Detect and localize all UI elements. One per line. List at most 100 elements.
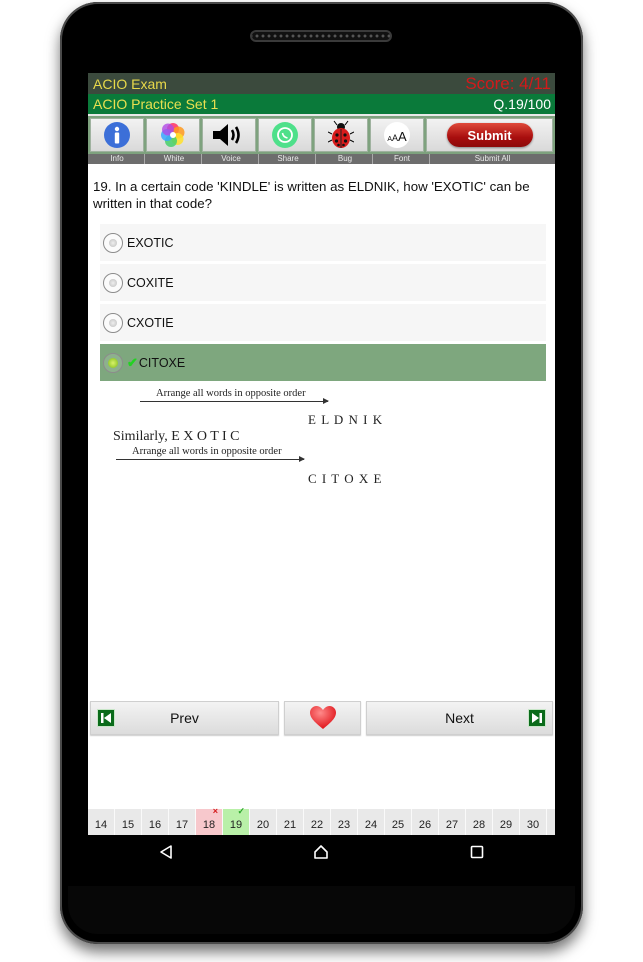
question-number: 21 — [283, 819, 297, 831]
radio-button[interactable] — [103, 272, 123, 293]
question-number: 18 — [202, 819, 216, 831]
set-title: ACIO Practice Set 1 — [93, 96, 219, 112]
question-cell-17[interactable]: 17 — [169, 809, 196, 835]
option-4-correct[interactable]: ✔ CITOXE — [100, 344, 546, 381]
question-number: 27 — [445, 819, 459, 831]
first-page-icon — [97, 709, 115, 727]
explanation-result-2: C I T O X E — [308, 471, 383, 486]
question-number: 17 — [175, 819, 189, 831]
white-theme-button[interactable] — [146, 118, 200, 152]
ladybug-icon — [328, 120, 354, 148]
question-number: 19 — [229, 819, 243, 831]
question-number: 23 — [337, 819, 351, 831]
question-cell-20[interactable]: 20 — [250, 809, 277, 835]
app-title: ACIO Exam — [93, 75, 167, 92]
question-number-strip: 14 15 16 17 18 × 19 ✓ 20 21 22 23 24 25 26 27 28 29 30 — [88, 806, 555, 835]
next-button[interactable]: Next — [366, 701, 553, 735]
title-bar: ACIO Exam Score: 4/11 — [88, 73, 555, 94]
radio-button[interactable] — [103, 312, 123, 333]
question-cell-14[interactable]: 14 — [88, 809, 115, 835]
explanation-caption-2: Arrange all words in opposite order — [132, 446, 282, 457]
explanation-similarly: Similarly, E X O T I C — [113, 429, 240, 444]
share-label: Share — [261, 154, 316, 164]
speaker-icon — [213, 124, 240, 146]
font-size-icon: AAA — [384, 122, 410, 148]
question-cell-25[interactable]: 25 — [385, 809, 412, 835]
back-icon — [160, 845, 172, 859]
option-label: EXOTIC — [127, 235, 174, 250]
bug-label: Bug — [318, 154, 373, 164]
home-icon — [314, 845, 329, 859]
question-number: 14 — [94, 819, 108, 831]
question-number: 15 — [121, 819, 135, 831]
sub-header: ACIO Practice Set 1 Q.19/100 — [88, 94, 555, 116]
white-label: White — [147, 154, 202, 164]
next-label: Next — [445, 710, 474, 726]
arrow-1 — [140, 398, 329, 404]
app-screen: ACIO Exam Score: 4/11 ACIO Practice Set … — [88, 73, 555, 835]
question-number: 29 — [499, 819, 513, 831]
phone-chin — [68, 886, 575, 934]
question-cell-22[interactable]: 22 — [304, 809, 331, 835]
last-page-icon — [528, 709, 546, 727]
question-cell-23[interactable]: 23 — [331, 809, 358, 835]
explanation-result-1: E L D N I K — [308, 412, 384, 427]
correct-mark-icon: ✓ — [237, 806, 245, 816]
question-number: 16 — [148, 819, 162, 831]
question-text: 19. In a certain code 'KINDLE' is writte… — [93, 179, 530, 211]
question-cell-19[interactable]: 19 ✓ — [223, 806, 250, 835]
home-button[interactable] — [301, 837, 341, 867]
submit-pill: Submit — [446, 123, 533, 147]
question-number: 25 — [391, 819, 405, 831]
question-cell-26[interactable]: 26 — [412, 809, 439, 835]
option-label: CXOTIE — [127, 315, 174, 330]
submit-all-button[interactable]: Submit — [426, 118, 553, 152]
question-cell-15[interactable]: 15 — [115, 809, 142, 835]
question-cell-28[interactable]: 28 — [466, 809, 493, 835]
answer-options: EXOTIC COXITE CXOTIE ✔ CITOXE — [100, 224, 546, 381]
radio-button[interactable] — [103, 232, 123, 253]
back-button[interactable] — [146, 837, 186, 867]
option-1[interactable]: EXOTIC — [100, 224, 546, 261]
prev-button[interactable]: Prev — [90, 701, 279, 735]
toolbar: AAA Submit — [88, 116, 555, 154]
question-cell-16[interactable]: 16 — [142, 809, 169, 835]
explanation-image: Arrange all words in opposite order E L … — [88, 384, 555, 494]
question-cell-21[interactable]: 21 — [277, 809, 304, 835]
speaker-grille — [250, 30, 392, 42]
info-button[interactable] — [90, 118, 144, 152]
recents-icon — [470, 845, 484, 859]
radio-button-selected[interactable] — [103, 352, 123, 373]
voice-label: Voice — [204, 154, 259, 164]
checkmark-icon: ✔ — [127, 354, 138, 370]
font-label: Font — [375, 154, 430, 164]
option-3[interactable]: CXOTIE — [100, 304, 546, 341]
question-cell-27[interactable]: 27 — [439, 809, 466, 835]
color-wheel-icon — [161, 123, 185, 147]
option-2[interactable]: COXITE — [100, 264, 546, 301]
navigation-row: Prev Next — [90, 701, 553, 735]
wrong-mark-icon: × — [212, 806, 218, 816]
info-label: Info — [90, 154, 145, 164]
score-display: Score: 4/11 — [465, 73, 551, 93]
share-button[interactable] — [258, 118, 312, 152]
prev-label: Prev — [170, 710, 199, 726]
question-counter: Q.19/100 — [493, 96, 551, 112]
bug-report-button[interactable] — [314, 118, 368, 152]
question-cell-29[interactable]: 29 — [493, 809, 520, 835]
question-cell-18[interactable]: 18 × — [196, 806, 223, 835]
question-number: 22 — [310, 819, 324, 831]
info-icon — [104, 122, 130, 148]
recents-button[interactable] — [457, 837, 497, 867]
question-cell-24[interactable]: 24 — [358, 809, 385, 835]
submit-all-label: Submit All — [474, 154, 511, 163]
android-nav-bar — [88, 835, 555, 869]
font-size-button[interactable]: AAA — [370, 118, 424, 152]
favorite-button[interactable] — [284, 701, 361, 735]
voice-button[interactable] — [202, 118, 256, 152]
whatsapp-share-icon — [272, 122, 298, 148]
question-number: 24 — [364, 819, 378, 831]
explanation-caption-1: Arrange all words in opposite order — [156, 388, 306, 399]
question-cell-30[interactable]: 30 — [520, 809, 547, 835]
question-number: 20 — [256, 819, 270, 831]
